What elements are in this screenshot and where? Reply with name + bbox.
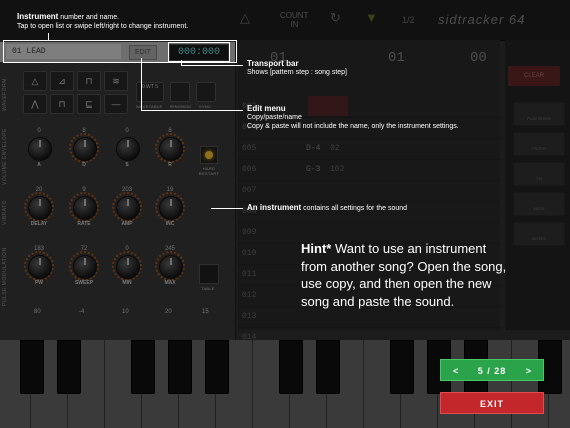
instrument-help: Instrument number and name. Tap to open … bbox=[17, 12, 247, 31]
transport-help: Transport bar Shows [pattern step : song… bbox=[247, 59, 547, 77]
tutorial-screen: △ COUNT IN ↻ ▼ 1/2 sidtracker 64 01 01 0… bbox=[0, 0, 570, 428]
hint-text: Hint* Want to use an instrument from ano… bbox=[301, 240, 511, 310]
hint-body: Want to use an instrument from another s… bbox=[301, 241, 507, 309]
transport-highlight-frame bbox=[168, 42, 230, 62]
an-instrument-help-title: An instrument bbox=[247, 203, 302, 212]
callout-line bbox=[48, 33, 49, 41]
an-instrument-help: An instrument contains all settings for … bbox=[247, 203, 547, 213]
exit-button[interactable]: EXIT bbox=[440, 392, 544, 414]
edit-help-body2: Copy & paste will not include the name, … bbox=[247, 123, 459, 130]
instrument-help-title: Instrument bbox=[17, 12, 59, 21]
an-instrument-help-body: contains all settings for the sound bbox=[301, 205, 408, 212]
page-navigation: < 5 / 28 > bbox=[440, 359, 544, 381]
next-page-button[interactable]: > bbox=[526, 360, 531, 382]
transport-help-body: Shows [pattern step : song step] bbox=[247, 69, 348, 76]
edit-help: Edit menu Copy/paste/name Copy & paste w… bbox=[247, 104, 547, 131]
instrument-help-body: Tap to open list or swipe left/right to … bbox=[17, 23, 189, 30]
edit-help-title: Edit menu bbox=[247, 104, 286, 113]
callout-line bbox=[211, 208, 243, 209]
instrument-help-title-rest: number and name. bbox=[58, 14, 120, 21]
edit-help-body1: Copy/paste/name bbox=[247, 114, 302, 121]
hint-lead: Hint* bbox=[301, 241, 332, 256]
callout-line bbox=[141, 58, 142, 110]
transport-help-title: Transport bar bbox=[247, 59, 299, 68]
callout-line bbox=[181, 65, 243, 66]
callout-line bbox=[141, 110, 243, 111]
